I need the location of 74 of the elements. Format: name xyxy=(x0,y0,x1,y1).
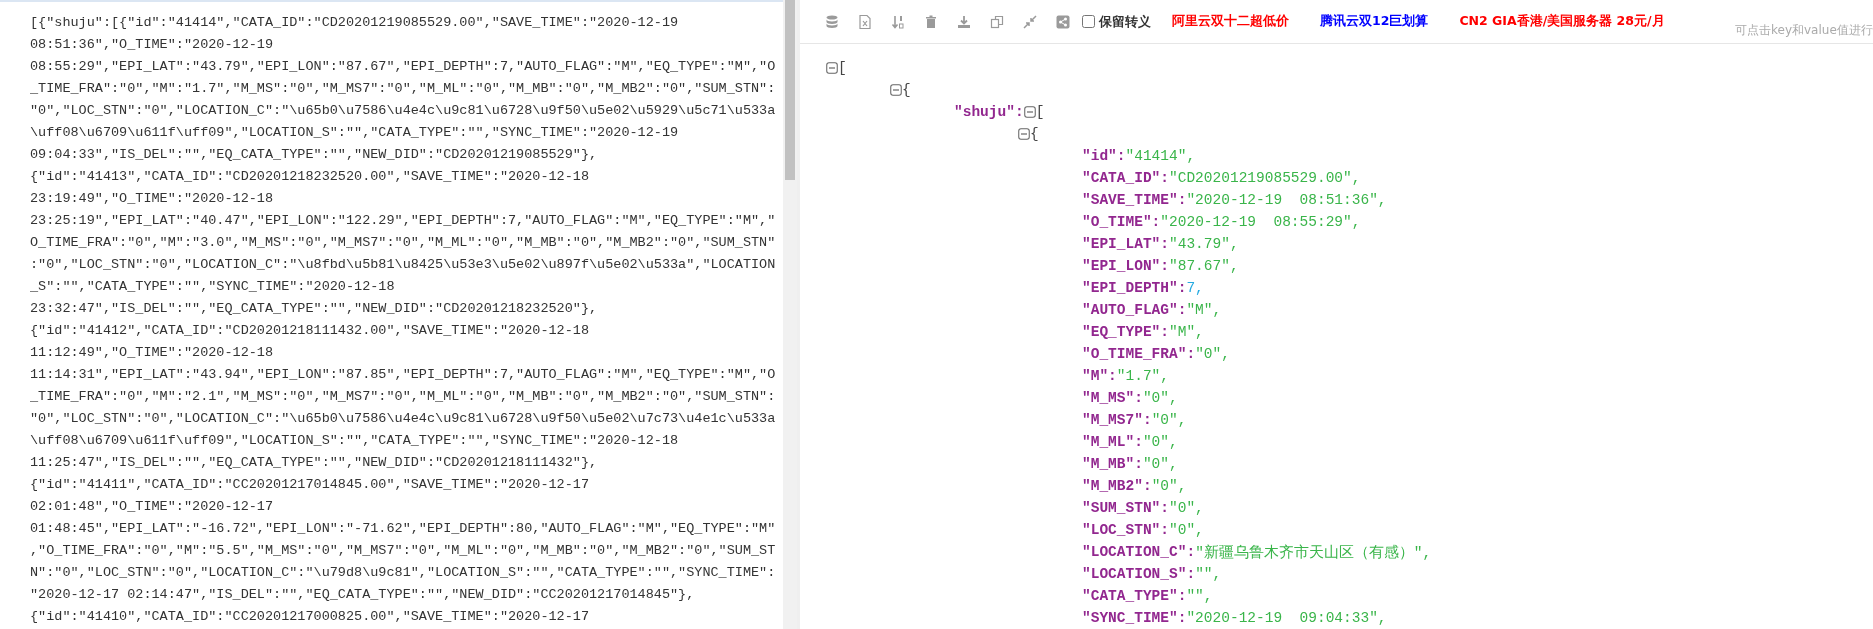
json-key[interactable]: "M": xyxy=(1082,368,1117,384)
code-line: {"id":"41413","CATA_ID":"CD20201218232520.00","SAVE_TIME":"2020-12-18 xyxy=(30,168,589,186)
code-line: \uff08\u6709\u611f\uff09","LOCATION_S":"","CATA_TYPE":"","SYNC_TIME":"2020-12-19 xyxy=(30,124,679,142)
json-key[interactable]: "shuju": xyxy=(954,104,1024,120)
code-line: 01:48:45","EPI_LAT":"-16.72","EPI_LON":"-71.62","EPI_DEPTH":80,"AUTO_FLAG":"M","EQ_TYPE":"M" xyxy=(30,520,776,538)
sort-icon[interactable] xyxy=(890,13,906,30)
share-icon[interactable] xyxy=(1055,13,1071,30)
code-line: 09:04:33","IS_DEL":"","EQ_CATA_TYPE":"","NEW_DID":"CD20201219085529"}, xyxy=(30,146,598,164)
json-key[interactable]: "SYNC_TIME": xyxy=(1082,610,1187,626)
ad-link[interactable]: 腾讯云双12巨划算 xyxy=(1320,13,1429,30)
json-key[interactable]: "O_TIME_FRA": xyxy=(1082,346,1196,362)
copy-icon[interactable] xyxy=(989,13,1005,30)
code-line: 02:01:48","O_TIME":"2020-12-17 xyxy=(30,498,274,516)
code-line: 08:55:29","EPI_LAT":"43.79","EPI_LON":"87.67","EPI_DEPTH":7,"AUTO_FLAG":"M","EQ_TYPE":"M","O xyxy=(30,58,776,76)
json-key[interactable]: "EPI_LAT": xyxy=(1082,236,1169,252)
download-icon[interactable] xyxy=(956,13,972,30)
json-key[interactable]: "id": xyxy=(1082,148,1126,164)
json-key[interactable]: "AUTO_FLAG": xyxy=(1082,302,1187,318)
collapse-toggle-icon[interactable] xyxy=(1018,128,1030,140)
checkbox-label[interactable]: 保留转义 xyxy=(1099,12,1151,31)
code-line: 11:12:49","O_TIME":"2020-12-18 xyxy=(30,344,274,362)
code-line: _TIME_FRA":"0","M":"1.7","M_MS":"0","M_MS7":"0","M_ML":"0","M_MB":"0","M_MB2":"0","SUM_STN": xyxy=(30,80,776,98)
json-key[interactable]: "M_MS": xyxy=(1082,390,1143,406)
bracket: { xyxy=(1030,126,1039,142)
code-line: 23:25:19","EPI_LAT":"40.47","EPI_LON":"122.29","EPI_DEPTH":7,"AUTO_FLAG":"M","EQ_TYPE":"M"," xyxy=(30,212,776,230)
json-key[interactable]: "M_MS7": xyxy=(1082,412,1152,428)
checkbox[interactable] xyxy=(1082,15,1095,28)
json-key[interactable]: "O_TIME": xyxy=(1082,214,1161,230)
code-line: {"id":"41412","CATA_ID":"CD20201218111432.00","SAVE_TIME":"2020-12-18 xyxy=(30,322,589,340)
code-line: [{"shuju":[{"id":"41414","CATA_ID":"CD20201219085529.00","SAVE_TIME":"2020-12-19 xyxy=(30,14,679,32)
json-key[interactable]: "EPI_LON": xyxy=(1082,258,1169,274)
code-line: {"id":"41411","CATA_ID":"CC20201217014845.00","SAVE_TIME":"2020-12-17 xyxy=(30,476,589,494)
json-key[interactable]: "CATA_TYPE": xyxy=(1082,588,1187,604)
trash-icon[interactable] xyxy=(923,13,939,30)
code-line: N":"0","LOC_STN":"0","LOCATION_C":"\u79d8\u9c81","LOCATION_S":"","CATA_TYPE":"","SYNC_TIME": xyxy=(30,564,776,582)
collapse-icon[interactable] xyxy=(1022,13,1038,30)
json-key[interactable]: "EPI_DEPTH": xyxy=(1082,280,1187,296)
json-key[interactable]: "SUM_STN": xyxy=(1082,500,1169,516)
code-line: _S":"","CATA_TYPE":"","SYNC_TIME":"2020-12-18 xyxy=(30,278,395,296)
collapse-toggle-icon[interactable] xyxy=(890,84,902,96)
collapse-toggle-icon[interactable] xyxy=(826,62,838,74)
code-line: {"id":"41410","CATA_ID":"CC20201217000825.00","SAVE_TIME":"2020-12-17 xyxy=(30,608,589,626)
code-line: 23:32:47","IS_DEL":"","EQ_CATA_TYPE":"","NEW_DID":"CD20201218232520"}, xyxy=(30,300,598,318)
code-line: 08:51:36","O_TIME":"2020-12-19 xyxy=(30,36,274,54)
code-line: "0","LOC_STN":"0","LOCATION_C":"\u65b0\u7586\u4e4c\u9c81\u6728\u9f50\u5e02\u5929\u5c71\u533a xyxy=(30,102,776,120)
json-key[interactable]: "SAVE_TIME": xyxy=(1082,192,1187,208)
json-key[interactable]: "CATA_ID": xyxy=(1082,170,1169,186)
code-line: \uff08\u6709\u611f\uff09","LOCATION_S":"","CATA_TYPE":"","SYNC_TIME":"2020-12-18 xyxy=(30,432,679,450)
collapse-toggle-icon[interactable] xyxy=(1023,106,1036,118)
code-line: 11:25:47","IS_DEL":"","EQ_CATA_TYPE":"","NEW_DID":"CD20201218111432"}, xyxy=(30,454,598,472)
json-key[interactable]: "LOCATION_C": xyxy=(1082,544,1196,560)
json-key[interactable]: "EQ_TYPE": xyxy=(1082,324,1169,340)
hint-text: 可点击key和value值进行 xyxy=(1735,22,1873,39)
scrollbar[interactable] xyxy=(783,0,797,629)
ad-link[interactable]: CN2 GIA香港/美国服务器 28元/月 xyxy=(1459,13,1665,30)
code-line: 11:14:31","EPI_LAT":"43.94","EPI_LON":"87.85","EPI_DEPTH":7,"AUTO_FLAG":"M","EQ_TYPE":"M","O xyxy=(30,366,776,384)
bracket: [ xyxy=(1035,104,1045,120)
bracket: { xyxy=(902,82,911,98)
json-key[interactable]: "M_MB": xyxy=(1082,456,1143,472)
code-line: ,"O_TIME_FRA":"0","M":"5.5","M_MS":"0","M_MS7":"0","M_ML":"0","M_MB":"0","M_MB2":"0","SUM_ST xyxy=(30,542,776,560)
code-line: 23:19:49","O_TIME":"2020-12-18 xyxy=(30,190,274,208)
json-key[interactable]: "LOC_STN": xyxy=(1082,522,1169,538)
json-key[interactable]: "LOCATION_S": xyxy=(1082,566,1196,582)
file-x-icon[interactable] xyxy=(857,13,873,30)
code-line: _TIME_FRA":"0","M":"2.1","M_MS":"0","M_MS7":"0","M_ML":"0","M_MB":"0","M_MB2":"0","SUM_STN": xyxy=(30,388,776,406)
code-line: O_TIME_FRA":"0","M":"3.0","M_MS":"0","M_MS7":"0","M_ML":"0","M_MB":"0","M_MB2":"0","SUM_STN" xyxy=(30,234,776,252)
code-line: :"0","LOC_STN":"0","LOCATION_C":"\u8fbd\u5b81\u8425\u53e3\u5e02\u897f\u5e02\u533a","LOCATION xyxy=(30,256,776,274)
json-key[interactable]: "M_MB2": xyxy=(1082,478,1152,494)
ad-link[interactable]: 阿里云双十二超低价 xyxy=(1172,13,1289,30)
bracket: [ xyxy=(838,60,847,76)
database-icon[interactable] xyxy=(824,13,840,30)
json-key[interactable]: "M_ML": xyxy=(1082,434,1143,450)
code-line: "0","LOC_STN":"0","LOCATION_C":"\u65b0\u7586\u4e4c\u9c81\u6728\u9f50\u5e02\u7c73\u4e1c\u533a xyxy=(30,410,776,428)
code-line: "2020-12-17 02:14:47","IS_DEL":"","EQ_CATA_TYPE":"","NEW_DID":"CC20201217014845"}, xyxy=(30,586,695,604)
